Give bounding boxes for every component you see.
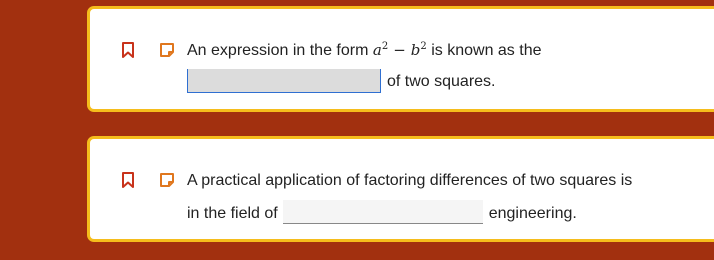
question-text: An expression in the form bbox=[187, 42, 373, 59]
bookmark-icon[interactable] bbox=[121, 42, 135, 58]
question-text-line-1: An expression in the form a2− b2 is known… bbox=[187, 40, 542, 61]
question-card-1: An expression in the form a2− b2 is known… bbox=[87, 6, 714, 112]
question-card-2: A practical application of factoring dif… bbox=[87, 136, 714, 242]
question-text-line-2: of two squares. bbox=[187, 69, 496, 94]
question-text-line-1: A practical application of factoring dif… bbox=[187, 172, 633, 189]
question-text: is known as the bbox=[426, 42, 542, 59]
answer-blank-input[interactable] bbox=[282, 200, 483, 224]
question-text-line-2: in the field of engineering. bbox=[187, 200, 577, 226]
question-text: of two squares. bbox=[387, 73, 496, 91]
question-text: engineering. bbox=[488, 205, 577, 223]
answer-blank-input[interactable] bbox=[187, 69, 381, 93]
note-icon[interactable] bbox=[159, 42, 175, 58]
note-icon[interactable] bbox=[159, 172, 175, 188]
bookmark-icon[interactable] bbox=[121, 172, 135, 188]
math-expression: a2− b2 bbox=[372, 41, 427, 59]
question-text: in the field of bbox=[187, 205, 278, 223]
